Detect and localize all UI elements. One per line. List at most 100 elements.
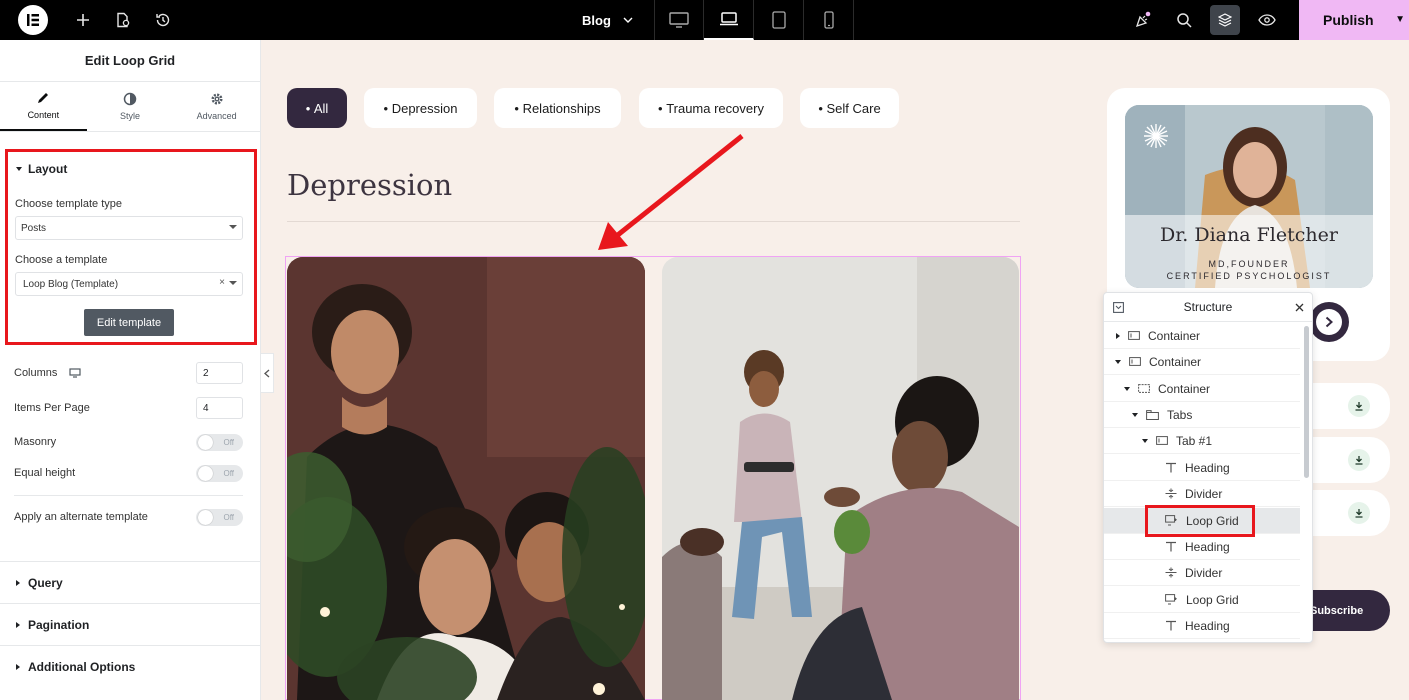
highlight-box — [1145, 505, 1255, 537]
structure-item-container[interactable]: Container — [1104, 323, 1300, 349]
caret-right-icon — [1116, 332, 1120, 339]
mobile-icon[interactable] — [804, 0, 854, 40]
filter-depression[interactable]: • Depression — [364, 88, 477, 128]
tab-content-label: Content — [27, 110, 60, 120]
next-button[interactable] — [1309, 302, 1349, 342]
structure-header: Structure — [1104, 293, 1312, 322]
structure-item-heading[interactable]: Heading — [1104, 534, 1300, 560]
structure-item-label: Container — [1158, 381, 1211, 396]
post-image-women[interactable] — [287, 257, 645, 700]
profile-name: Dr. Diana Fletcher — [1160, 224, 1338, 246]
caret-right-icon — [16, 579, 20, 586]
filter-relationships[interactable]: • Relationships — [494, 88, 621, 128]
filter-trauma-recovery-label: • Trauma recovery — [658, 100, 764, 116]
tab-advanced[interactable]: Advanced — [173, 82, 260, 131]
desktop-icon[interactable] — [69, 368, 82, 378]
search-icon[interactable] — [1163, 0, 1204, 40]
preview-icon[interactable] — [1246, 0, 1287, 40]
tab-content[interactable]: Content — [0, 82, 87, 131]
publish-button[interactable]: Publish ▼ — [1299, 0, 1409, 40]
top-bar: Blog Publish ▼ — [0, 0, 1409, 40]
filter-self-care[interactable]: • Self Care — [800, 88, 899, 128]
chevron-down-icon — [623, 17, 633, 23]
responsive-mode-switcher — [654, 0, 854, 40]
post-image-therapy[interactable] — [662, 257, 1019, 700]
query-section[interactable]: Query — [0, 561, 261, 603]
edit-template-button[interactable]: Edit template — [84, 309, 174, 336]
items-per-page-input[interactable]: 4 — [196, 397, 243, 419]
pagination-section[interactable]: Pagination — [0, 603, 261, 645]
heading-icon — [1166, 462, 1176, 473]
collapse-icon[interactable] — [1113, 302, 1124, 313]
alternate-template-label: Apply an alternate template — [14, 511, 148, 523]
columns-label: Columns — [14, 367, 58, 379]
filter-depression-label: • Depression — [383, 100, 458, 116]
structure-item-heading[interactable]: Heading — [1104, 455, 1300, 481]
items-per-page-label: Items Per Page — [14, 402, 90, 414]
filter-trauma-recovery[interactable]: • Trauma recovery — [639, 88, 783, 128]
clear-icon[interactable]: × — [219, 277, 225, 288]
page-name-dropdown[interactable]: Blog — [582, 13, 633, 28]
structure-item-label: Tab #1 — [1176, 433, 1213, 448]
structure-item-label: Divider — [1185, 486, 1223, 501]
items-per-page-control: Items Per Page 4 — [14, 397, 243, 419]
structure-panel: Structure Container Container Container … — [1103, 292, 1313, 643]
filter-all-label: • All — [305, 100, 329, 116]
structure-item-container[interactable]: Container — [1104, 349, 1300, 375]
download-icon[interactable] — [1348, 395, 1370, 417]
structure-item-tab-1[interactable]: Tab #1 — [1104, 428, 1300, 454]
tab-style[interactable]: Style — [87, 82, 174, 131]
chevron-down-icon[interactable]: ▼ — [1395, 14, 1405, 25]
structure-item-loop-grid[interactable]: Loop Grid — [1104, 587, 1300, 613]
annotation-arrow — [598, 134, 744, 250]
tabs-icon — [1146, 409, 1159, 420]
alternate-template-control: Apply an alternate template Off — [14, 506, 243, 528]
section-heading: Depression — [287, 168, 453, 202]
equal-height-toggle[interactable]: Off — [196, 464, 243, 482]
elementor-logo-icon[interactable] — [18, 5, 48, 35]
tablet-icon[interactable] — [754, 0, 804, 40]
query-label: Query — [28, 575, 63, 590]
download-icon[interactable] — [1348, 502, 1370, 524]
columns-input[interactable]: 2 — [196, 362, 243, 384]
divider-icon — [1165, 488, 1177, 499]
caret-right-icon — [16, 663, 20, 670]
structure-icon[interactable] — [1210, 5, 1240, 35]
filter-relationships-label: • Relationships — [514, 100, 601, 116]
layout-section-header[interactable]: Layout — [16, 162, 67, 176]
notifications-icon[interactable] — [1122, 0, 1163, 40]
filter-all[interactable]: • All — [287, 88, 347, 128]
alternate-template-toggle[interactable]: Off — [196, 508, 243, 526]
template-select[interactable]: Loop Blog (Template) × — [15, 272, 243, 296]
desktop-icon[interactable] — [654, 0, 704, 40]
caret-down-icon — [1124, 386, 1130, 391]
layout-section: Layout Choose template type Posts Choose… — [5, 149, 257, 345]
profile-title: MD,FOUNDER — [1208, 259, 1290, 269]
history-icon[interactable] — [143, 0, 183, 40]
pencil-icon — [38, 93, 49, 103]
filter-self-care-label: • Self Care — [818, 100, 881, 116]
scrollbar[interactable] — [1304, 326, 1309, 478]
masonry-toggle[interactable]: Off — [196, 433, 243, 451]
page-name: Blog — [582, 12, 611, 28]
page-settings-icon[interactable] — [103, 0, 143, 40]
editor-panel: Edit Loop Grid Content Style Advanced La… — [0, 40, 261, 700]
caret-right-icon — [16, 621, 20, 628]
template-type-select[interactable]: Posts — [15, 216, 243, 240]
structure-item-label: Tabs — [1167, 407, 1193, 422]
laptop-icon[interactable] — [704, 0, 754, 40]
download-icon[interactable] — [1348, 449, 1370, 471]
structure-item-heading[interactable]: Heading — [1104, 613, 1300, 639]
structure-item-divider[interactable]: Divider — [1104, 481, 1300, 507]
structure-item-divider[interactable]: Divider — [1104, 560, 1300, 586]
structure-item-label: Container — [1148, 328, 1201, 343]
structure-item-container[interactable]: Container — [1104, 376, 1300, 402]
collapse-panel-button[interactable] — [261, 353, 274, 393]
add-icon[interactable] — [63, 0, 103, 40]
subscribe-button[interactable]: Subscribe — [1300, 590, 1390, 631]
structure-item-tabs[interactable]: Tabs — [1104, 402, 1300, 428]
close-icon[interactable] — [1295, 303, 1304, 312]
caret-down-icon — [16, 167, 22, 171]
structure-item-label: Heading — [1185, 618, 1230, 633]
additional-options-section[interactable]: Additional Options — [0, 645, 261, 687]
